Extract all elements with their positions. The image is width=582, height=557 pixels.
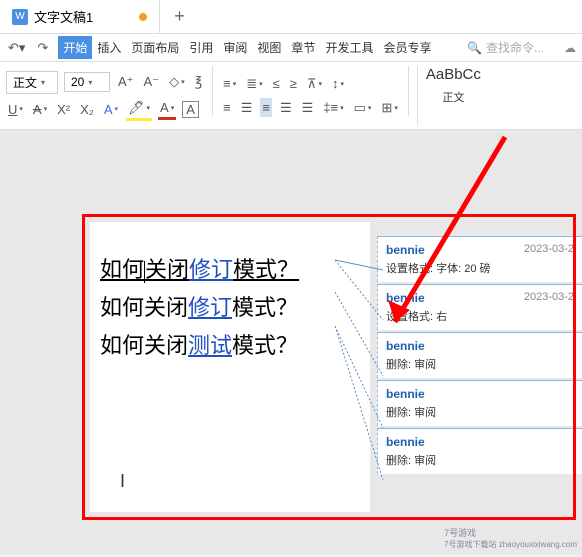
increase-font-button[interactable]: A⁺: [116, 72, 136, 92]
change-case-button[interactable]: ℥: [193, 72, 205, 92]
align-distribute-button[interactable]: ☰: [300, 98, 316, 118]
command-search[interactable]: 🔍 查找命令...: [459, 39, 552, 56]
align-right-button[interactable]: ≡: [260, 98, 272, 117]
cloud-icon[interactable]: ☁: [564, 41, 576, 55]
strike-button[interactable]: A▾: [31, 100, 49, 119]
underline-button[interactable]: U▾: [6, 100, 25, 119]
menu-reference[interactable]: 引用: [184, 36, 218, 59]
document-page[interactable]: 如何关闭修订模式？ 如何关闭修订模式？ 如何关闭测试模式？ I: [90, 222, 370, 512]
comment-date: 2023-03-2: [524, 291, 574, 303]
char-border-button[interactable]: A: [182, 101, 199, 118]
style-combo[interactable]: 正文▾: [6, 71, 58, 94]
comment-author: bennie: [386, 387, 425, 401]
comment-date: 2023-03-2: [524, 243, 574, 255]
watermark-name: 7号游戏: [444, 526, 577, 539]
text-effect-button[interactable]: A▾: [102, 100, 120, 119]
redo-button[interactable]: ↷: [35, 38, 50, 58]
style-preview: AaBbCc: [426, 66, 481, 83]
comment-item[interactable]: bennie 2023-03-2 设置格式: 右: [377, 284, 582, 330]
menu-start[interactable]: 开始: [58, 36, 92, 59]
highlight-button[interactable]: 🖊▾: [126, 98, 152, 121]
comment-item[interactable]: bennie 2023-03-2 设置格式: 字体: 20 磅: [377, 236, 582, 282]
doc-line-3[interactable]: 如何关闭测试模式？: [100, 328, 360, 360]
comment-text: 删除: 审阅: [386, 404, 574, 420]
menu-review[interactable]: 审阅: [218, 36, 252, 59]
ribbon-paragraph-group: ≡▾ ≣▾ ≤ ≥ ⊼▾ ↕▾ ≡ ☰ ≡ ☰ ☰ ‡≡▾ ▭▾ ⊞▾: [221, 66, 400, 125]
fontsize-combo[interactable]: 20▾: [64, 72, 110, 92]
link-revision[interactable]: 修订: [189, 257, 233, 282]
watermark: 7号游戏 7号游戏下载站 zhaoyouxixiwang.com: [444, 526, 577, 550]
shading-button[interactable]: ▭▾: [352, 98, 374, 118]
menu-chapter[interactable]: 章节: [286, 36, 320, 59]
sort-button[interactable]: ⊼▾: [305, 74, 324, 94]
divider: [212, 66, 213, 116]
align-center-button[interactable]: ☰: [239, 98, 255, 118]
link-revision[interactable]: 修订: [188, 295, 232, 320]
unsaved-dot-icon: [139, 13, 147, 21]
titlebar: W 文字文稿1 +: [0, 0, 582, 34]
comment-text: 设置格式: 右: [386, 308, 574, 324]
comment-author: bennie: [386, 339, 425, 353]
comment-text: 删除: 审阅: [386, 452, 574, 468]
menu-view[interactable]: 视图: [252, 36, 286, 59]
clear-format-button[interactable]: ◇▾: [167, 72, 187, 92]
document-tab[interactable]: W 文字文稿1: [0, 0, 160, 33]
menubar: ↶▾ ↷ 开始 插入 页面布局 引用 审阅 视图 章节 开发工具 会员专享 🔍 …: [0, 34, 582, 62]
new-tab-button[interactable]: +: [160, 6, 199, 27]
ibeam-cursor-icon: I: [120, 471, 125, 492]
subscript-button[interactable]: X₂: [78, 100, 96, 119]
doc-icon: W: [12, 9, 28, 25]
comment-author: bennie: [386, 435, 425, 449]
quick-actions: ↶▾ ↷: [6, 38, 58, 58]
comment-item[interactable]: bennie 删除: 审阅: [377, 380, 582, 426]
menu-dev[interactable]: 开发工具: [320, 36, 378, 59]
comment-author: bennie: [386, 243, 425, 257]
ribbon-font-group: 正文▾ 20▾ A⁺ A⁻ ◇▾ ℥ U▾ A▾ X² X₂ A▾ 🖊▾ A▾ …: [6, 66, 204, 125]
comments-panel: bennie 2023-03-2 设置格式: 字体: 20 磅 bennie 2…: [377, 236, 582, 476]
tab-title: 文字文稿1: [34, 7, 93, 26]
watermark-url: 7号游戏下载站 zhaoyouxixiwang.com: [444, 539, 577, 550]
link-test[interactable]: 测试: [188, 333, 232, 358]
ribbon: 正文▾ 20▾ A⁺ A⁻ ◇▾ ℥ U▾ A▾ X² X₂ A▾ 🖊▾ A▾ …: [0, 62, 582, 130]
number-list-button[interactable]: ≣▾: [244, 74, 264, 94]
indent-right-button[interactable]: ≥: [288, 74, 299, 93]
divider: [408, 66, 409, 116]
undo-button[interactable]: ↶▾: [6, 38, 27, 58]
superscript-button[interactable]: X²: [55, 100, 72, 119]
comment-author: bennie: [386, 291, 425, 305]
borders-button[interactable]: ⊞▾: [379, 98, 399, 118]
line-spacing2-button[interactable]: ‡≡▾: [321, 98, 345, 117]
search-icon: 🔍: [467, 41, 482, 55]
comment-item[interactable]: bennie 删除: 审阅: [377, 332, 582, 378]
menu-insert[interactable]: 插入: [92, 36, 126, 59]
doc-line-1[interactable]: 如何关闭修订模式？: [100, 252, 360, 284]
menu-layout[interactable]: 页面布局: [126, 36, 184, 59]
comment-text: 删除: 审阅: [386, 356, 574, 372]
align-left-button[interactable]: ≡: [221, 98, 233, 117]
comment-text: 设置格式: 字体: 20 磅: [386, 260, 574, 276]
workspace: 如何关闭修订模式？ 如何关闭修订模式？ 如何关闭测试模式？ I bennie 2…: [0, 130, 582, 555]
menu-member[interactable]: 会员专享: [378, 36, 436, 59]
search-placeholder: 查找命令...: [486, 39, 544, 56]
comment-item[interactable]: bennie 删除: 审阅: [377, 428, 582, 474]
decrease-font-button[interactable]: A⁻: [142, 72, 162, 92]
font-color-button[interactable]: A▾: [158, 98, 176, 120]
style-label: 正文: [426, 89, 481, 105]
indent-left-button[interactable]: ≤: [271, 74, 282, 93]
align-justify-button[interactable]: ☰: [278, 98, 294, 118]
bullet-list-button[interactable]: ≡▾: [221, 74, 238, 93]
styles-panel[interactable]: AaBbCc 正文: [417, 66, 489, 125]
doc-line-2[interactable]: 如何关闭修订模式？: [100, 290, 360, 322]
linespacing-button[interactable]: ↕▾: [330, 74, 346, 93]
